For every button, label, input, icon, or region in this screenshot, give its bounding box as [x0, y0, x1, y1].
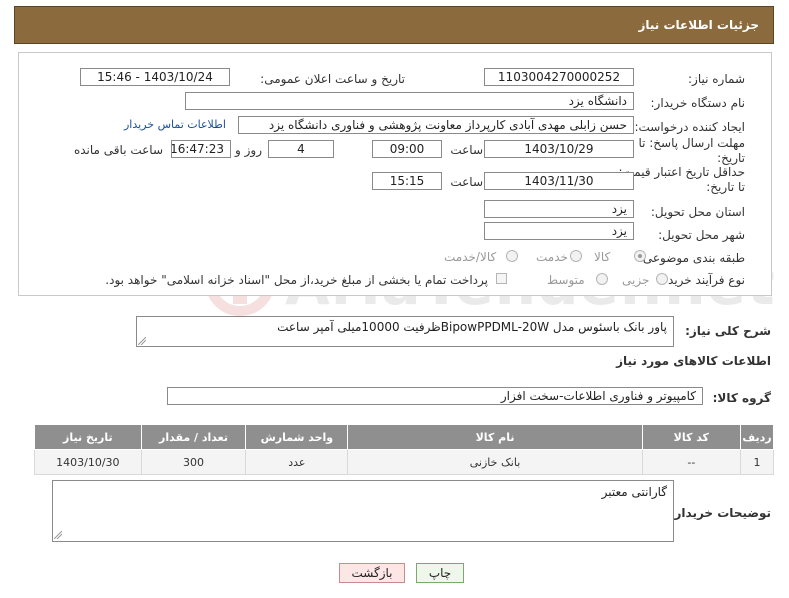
- page-header: جزئیات اطلاعات نیاز: [14, 6, 774, 44]
- cell-date: 1403/10/30: [34, 449, 142, 475]
- contact-info-link[interactable]: اطلاعات تماس خریدار: [124, 118, 226, 131]
- process-radio-medium[interactable]: [596, 273, 608, 285]
- category-label: طبقه بندی موضوعی:: [638, 251, 745, 265]
- resize-grip-icon[interactable]: [138, 337, 146, 345]
- cell-unit: عدد: [245, 449, 349, 475]
- reply-time-label: ساعت: [450, 143, 483, 157]
- process-radio-minor[interactable]: [656, 273, 668, 285]
- table-row: 1 -- بانک خازنی عدد 300 1403/10/30: [34, 449, 774, 475]
- announce-field: 1403/10/24 - 15:46: [80, 68, 230, 86]
- category-option-service: خدمت: [536, 250, 568, 264]
- summary-field: پاور بانک باسئوس مدل BipowPPDML-20Wظرفیت…: [136, 316, 674, 347]
- need-number-label: شماره نیاز:: [688, 72, 745, 86]
- creator-label: ایجاد کننده درخواست:: [634, 120, 745, 134]
- reply-deadline-label: مهلت ارسال پاسخ: تا تاریخ:: [638, 136, 745, 165]
- days-label: روز و: [235, 143, 262, 157]
- treasury-payment-note: پرداخت تمام یا بخشی از مبلغ خرید،از محل …: [105, 273, 488, 287]
- process-option-minor: جزیی: [622, 273, 650, 287]
- validity-date-field: 1403/11/30: [484, 172, 634, 190]
- buyer-notes-label: توضیحات خریدار:: [669, 506, 771, 520]
- days-field: 4: [268, 140, 334, 158]
- treasury-payment-checkbox[interactable]: [496, 273, 507, 284]
- remaining-label: ساعت باقی مانده: [73, 143, 163, 157]
- goods-section-title: اطلاعات کالاهای مورد نیاز: [616, 354, 771, 368]
- province-field: یزد: [484, 200, 634, 218]
- cell-row: 1: [740, 449, 774, 475]
- city-field: یزد: [484, 222, 634, 240]
- buyer-notes-field: گارانتی معتبر: [52, 480, 674, 542]
- summary-label: شرح کلی نیاز:: [685, 324, 771, 338]
- col-quantity: تعداد / مقدار: [140, 424, 247, 450]
- back-button[interactable]: بازگشت: [339, 563, 405, 583]
- goods-group-label: گروه کالا:: [712, 391, 771, 405]
- need-number-field: 1103004270000252: [484, 68, 634, 86]
- process-type-label: نوع فرآیند خرید :: [660, 273, 745, 287]
- category-radio-both[interactable]: [506, 250, 518, 262]
- goods-group-field: کامپیوتر و فناوری اطلاعات-سخت افزار: [167, 387, 703, 405]
- cell-quantity: 300: [140, 449, 247, 475]
- page-title: جزئیات اطلاعات نیاز: [638, 18, 759, 32]
- reply-date-field: 1403/10/29: [484, 140, 634, 158]
- resize-grip-icon[interactable]: [54, 531, 62, 539]
- remaining-time-field: 16:47:23: [171, 140, 231, 158]
- reply-time-field: 09:00: [372, 140, 442, 158]
- col-name: نام کالا: [347, 424, 643, 450]
- category-radio-service[interactable]: [570, 250, 582, 262]
- buyer-notes-text: گارانتی معتبر: [601, 485, 667, 499]
- print-button[interactable]: چاپ: [416, 563, 464, 583]
- col-unit: واحد شمارش: [245, 424, 349, 450]
- process-option-medium: متوسط: [547, 273, 585, 287]
- col-row: ردیف: [740, 424, 774, 450]
- goods-table-header: ردیف کد کالا نام کالا واحد شمارش تعداد /…: [34, 424, 774, 450]
- price-validity-label: حداقل تاریخ اعتبار قیمت: تا تاریخ:: [618, 165, 745, 194]
- col-date: تاریخ نیاز: [34, 424, 142, 450]
- category-radio-goods[interactable]: [634, 250, 646, 262]
- buyer-field: دانشگاه یزد: [185, 92, 634, 110]
- col-code: کد کالا: [641, 424, 742, 450]
- category-option-both: کالا/خدمت: [444, 250, 497, 264]
- buyer-label: نام دستگاه خریدار:: [650, 96, 746, 110]
- announce-label: تاریخ و ساعت اعلان عمومی:: [260, 72, 405, 86]
- validity-time-field: 15:15: [372, 172, 442, 190]
- summary-text: پاور بانک باسئوس مدل BipowPPDML-20Wظرفیت…: [277, 320, 667, 334]
- creator-field: حسن زابلی مهدی آبادی کارپرداز معاونت پژو…: [238, 116, 634, 134]
- goods-table: ردیف کد کالا نام کالا واحد شمارش تعداد /…: [34, 424, 774, 475]
- cell-code: --: [641, 449, 742, 475]
- cell-name: بانک خازنی: [347, 449, 643, 475]
- category-option-goods: کالا: [594, 250, 611, 264]
- province-label: استان محل تحویل:: [650, 205, 745, 219]
- city-label: شهر محل تحویل:: [658, 228, 745, 242]
- validity-time-label: ساعت: [450, 175, 483, 189]
